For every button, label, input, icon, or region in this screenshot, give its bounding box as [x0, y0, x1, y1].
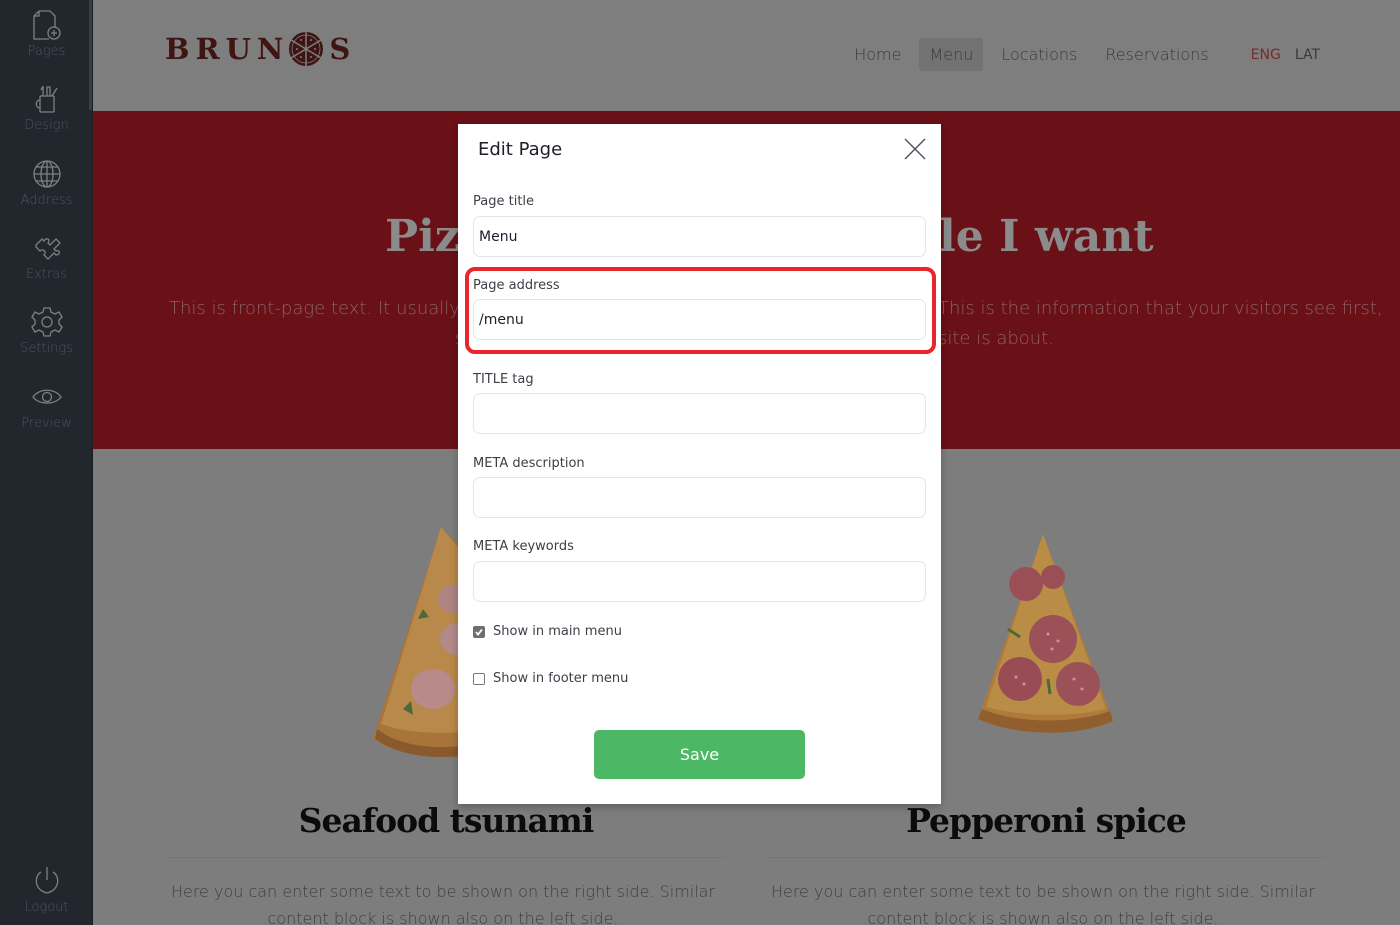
sidebar-item-settings[interactable]: Settings — [0, 305, 93, 356]
site-logo[interactable]: BRUN S — [165, 30, 356, 68]
hero-text-left-line1: This is front-page text. It usually has — [169, 298, 498, 319]
meta-keywords-label: META keywords — [473, 539, 574, 554]
nav-item-reservations[interactable]: Reservations — [1095, 38, 1218, 71]
lang-eng[interactable]: ENG — [1251, 47, 1281, 63]
show-in-main-menu-row[interactable]: Show in main menu — [473, 624, 622, 639]
card-text-seafood: Here you can enter some text to be shown… — [170, 882, 716, 925]
nav-item-menu[interactable]: Menu — [919, 38, 984, 71]
admin-sidebar: Pages Design Address Extras Settings Pre… — [0, 0, 93, 925]
gear-icon — [30, 307, 63, 337]
page-add-icon — [32, 10, 61, 40]
show-in-main-menu-checkbox[interactable] — [473, 625, 485, 638]
seafood-pizza-image — [373, 527, 473, 758]
lang-lat[interactable]: LAT — [1295, 47, 1320, 63]
page-address-input[interactable] — [473, 299, 926, 340]
checkmark-icon — [475, 628, 483, 636]
show-in-footer-menu-row[interactable]: Show in footer menu — [473, 671, 628, 686]
sidebar-item-address[interactable]: Address — [0, 157, 93, 208]
title-tag-label: TITLE tag — [473, 372, 534, 387]
sidebar-label: Logout — [24, 900, 69, 915]
design-tools-icon — [35, 85, 58, 113]
sidebar-item-extras[interactable]: Extras — [0, 231, 93, 282]
sidebar-label: Pages — [27, 44, 66, 59]
title-tag-input[interactable] — [473, 393, 926, 434]
card-text-pepperoni: Here you can enter some text to be shown… — [770, 882, 1316, 925]
hero-text-left-line2: s — [169, 324, 497, 354]
show-in-footer-menu-checkbox[interactable] — [473, 672, 485, 685]
sidebar-item-preview[interactable]: Preview — [0, 380, 93, 431]
site-header: BRUN S Home Menu Locations Reservations … — [93, 0, 1400, 111]
edit-page-modal: Edit Page Page title Page address TITLE … — [458, 124, 941, 804]
globe-icon — [32, 160, 61, 188]
hero-text-right: This is the information that your visito… — [938, 294, 1383, 354]
card-title-pepperoni: Pepperoni spice — [906, 801, 1187, 840]
show-in-footer-menu-label: Show in footer menu — [493, 671, 629, 686]
hero-text-left: This is front-page text. It usually has … — [169, 294, 497, 354]
card-title-seafood: Seafood tsunami — [298, 801, 595, 840]
page-title-label: Page title — [473, 194, 535, 209]
show-in-main-menu-label: Show in main menu — [493, 624, 622, 639]
logo-text-right: S — [329, 32, 357, 66]
card-divider — [766, 857, 1326, 858]
meta-keywords-input[interactable] — [473, 561, 926, 602]
eye-icon — [31, 389, 62, 404]
sidebar-label: Address — [20, 193, 73, 208]
page-address-label: Page address — [473, 278, 560, 293]
sidebar-label: Settings — [20, 341, 73, 356]
meta-description-input[interactable] — [473, 477, 926, 518]
site-nav: Home Menu Locations Reservations ENG LAT — [836, 38, 1320, 71]
save-button[interactable]: Save — [594, 730, 805, 779]
pizza-logo-icon — [289, 32, 324, 66]
puzzle-icon — [34, 238, 61, 260]
modal-title: Edit Page — [478, 139, 563, 160]
hero-text-right-line2: site is about. — [938, 328, 1054, 349]
close-icon[interactable] — [903, 137, 927, 161]
page-title-input[interactable] — [473, 216, 926, 257]
sidebar-item-logout[interactable]: Logout — [0, 864, 93, 915]
nav-item-locations[interactable]: Locations — [991, 38, 1087, 71]
meta-description-label: META description — [473, 456, 585, 471]
hero-text-right-line1: This is the information that your visito… — [938, 298, 1383, 319]
pepperoni-pizza-image — [978, 534, 1113, 733]
hero-title-right: le I want — [939, 211, 1154, 262]
sidebar-label: Preview — [21, 416, 72, 431]
power-icon — [35, 867, 58, 894]
nav-item-home[interactable]: Home — [844, 38, 911, 71]
sidebar-label: Design — [24, 118, 69, 133]
sidebar-item-pages[interactable]: Pages — [0, 8, 93, 59]
card-divider — [166, 857, 726, 858]
sidebar-item-design[interactable]: Design — [0, 82, 93, 133]
logo-text-left: BRUN — [165, 32, 290, 66]
sidebar-label: Extras — [25, 267, 68, 282]
